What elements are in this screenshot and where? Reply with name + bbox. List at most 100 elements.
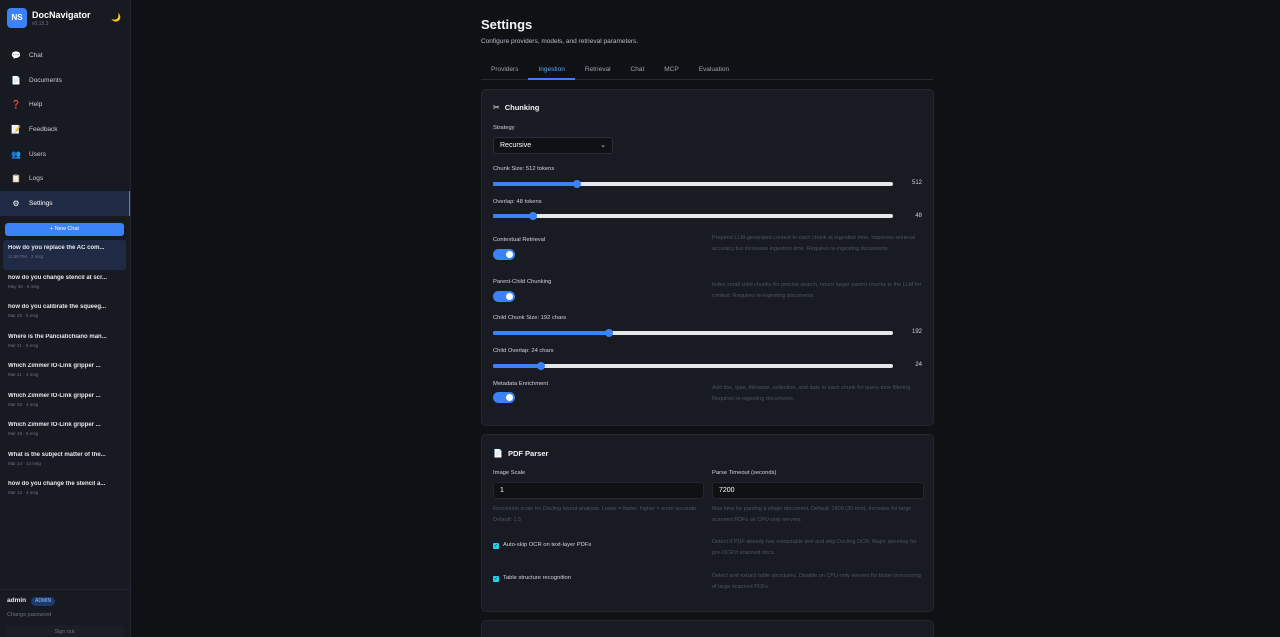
- list-item[interactable]: Which Zimmer IO-Link gripper ... Mar 20 ·…: [3, 388, 126, 418]
- chat-meta: Mar 21 · 6 msg: [8, 342, 39, 348]
- app-version: v0.15.3: [32, 21, 49, 27]
- user-name: admin: [7, 597, 27, 604]
- image-scale-input[interactable]: 1: [493, 482, 704, 499]
- list-item[interactable]: How do you replace the AC com... 11:55 PM…: [3, 240, 126, 270]
- sidebar-item-label: Users: [29, 150, 46, 158]
- chunk-size-slider[interactable]: [493, 180, 893, 188]
- gear-icon: ⚙: [12, 198, 20, 208]
- chevron-down-icon: ⌄: [600, 142, 606, 149]
- chat-meta: Mar 14 · 14 msg: [8, 460, 41, 466]
- tab-mcp[interactable]: MCP: [654, 60, 688, 80]
- feedback-icon: 📝: [11, 124, 21, 134]
- strategy-value: Recursive: [500, 142, 532, 149]
- parent-child-desc: Index small child chunks for precise sea…: [712, 282, 922, 299]
- sidebar-item-users[interactable]: 👥 Users: [0, 142, 130, 167]
- contextual-retrieval-label: Contextual Retrieval: [493, 237, 546, 243]
- page-subtitle: Configure providers, models, and retriev…: [481, 38, 639, 45]
- slider-fill: [493, 182, 577, 186]
- change-password-link[interactable]: Change password: [7, 612, 51, 618]
- toggle-knob: [506, 293, 513, 300]
- chat-meta: Mar 20 · 4 msg: [8, 401, 39, 407]
- tab-retrieval[interactable]: Retrieval: [575, 60, 621, 80]
- clipboard-icon: 📋: [11, 174, 21, 184]
- slider-thumb[interactable]: [537, 362, 545, 370]
- settings-main: Settings Configure providers, models, an…: [481, 0, 934, 637]
- auto-skip-ocr-checkbox[interactable]: ✓: [493, 543, 499, 549]
- parse-timeout-desc: Max time for parsing a single document. …: [712, 506, 912, 523]
- users-icon: 👥: [11, 149, 21, 159]
- toggle-knob: [506, 394, 513, 401]
- moon-icon[interactable]: 🌙: [111, 13, 121, 22]
- sidebar: NS DocNavigator v0.15.3 🌙 💬 Chat 📄 Documen…: [0, 0, 131, 637]
- child-overlap-value: 24: [915, 362, 922, 368]
- metadata-enrichment-desc: Add doc, type, filename, collection, and…: [712, 385, 912, 402]
- chat-title: Which Zimmer IO-Link gripper ...: [8, 392, 101, 399]
- image-scale-desc: Resolution scale for Docling layout anal…: [493, 506, 698, 523]
- sidebar-item-logs[interactable]: 📋 Logs: [0, 166, 130, 191]
- chunking-card: ✂ Chunking Strategy Recursive ⌄ Chunk Size…: [481, 89, 934, 426]
- parent-child-label: Parent-Child Chunking: [493, 279, 552, 285]
- chat-title: how do you change stencil at scr...: [8, 274, 108, 281]
- overlap-slider[interactable]: [493, 212, 893, 220]
- parse-timeout-input[interactable]: 7200: [712, 482, 924, 499]
- tab-providers[interactable]: Providers: [481, 60, 528, 80]
- chat-title: how do you calibrate the squeeg...: [8, 304, 107, 310]
- tab-chat[interactable]: Chat: [621, 60, 655, 80]
- table-structure-checkbox[interactable]: ✓: [493, 576, 499, 582]
- list-item[interactable]: Which Zimmer IO-Link gripper ... Mar 19 ·…: [3, 417, 126, 447]
- chat-title: Where is the Panciatichiano man...: [8, 333, 107, 340]
- chat-title: Which Zimmer IO-Link gripper ...: [8, 363, 101, 369]
- new-chat-button[interactable]: + New Chat: [5, 223, 124, 236]
- chat-title: Which Zimmer IO-Link gripper ...: [8, 422, 101, 428]
- slider-fill: [493, 331, 609, 335]
- slider-thumb[interactable]: [529, 212, 537, 220]
- chat-icon: 💬: [11, 50, 21, 60]
- table-structure-desc: Detect and extract table structures. Dis…: [712, 573, 921, 590]
- sidebar-item-help[interactable]: ❓ Help: [0, 92, 130, 117]
- list-item[interactable]: how do you change stencil at scr... May 2…: [3, 270, 126, 300]
- overlap-label: Overlap: 48 tokens: [493, 199, 542, 205]
- list-item[interactable]: Which Zimmer IO-Link gripper ... Mar 21 ·…: [3, 358, 126, 388]
- list-item[interactable]: What is the subject matter of the... Mar …: [3, 447, 126, 477]
- slider-thumb[interactable]: [605, 329, 613, 337]
- document-icon: 📄: [493, 449, 503, 458]
- list-item[interactable]: Where is the Panciatichiano man... Mar 21…: [3, 329, 126, 359]
- list-item[interactable]: how do you calibrate the squeeg... Mar 22…: [3, 299, 126, 329]
- chat-history-list: How do you replace the AC com... 11:55 PM…: [3, 240, 126, 506]
- tab-ingestion[interactable]: Ingestion: [528, 60, 575, 80]
- brand: NS DocNavigator v0.15.3 🌙: [7, 8, 125, 30]
- metadata-enrichment-toggle[interactable]: [493, 392, 515, 403]
- child-chunk-size-label: Child Chunk Size: 192 chars: [493, 315, 567, 321]
- app-logo: NS: [7, 8, 27, 28]
- sidebar-item-documents[interactable]: 📄 Documents: [0, 68, 130, 93]
- sidebar-item-label: Documents: [29, 76, 62, 84]
- pdf-parser-title: 📄 PDF Parser: [493, 449, 548, 458]
- slider-fill: [493, 214, 533, 218]
- list-item[interactable]: how do you change the stencil a... Mar 12…: [3, 476, 126, 506]
- overlap-value: 48: [915, 213, 922, 219]
- sidebar-item-label: Help: [29, 101, 43, 109]
- chat-title: How do you replace the AC com...: [8, 245, 105, 251]
- auto-skip-ocr-label: Auto-skip OCR on text-layer PDFs: [503, 542, 592, 548]
- table-structure-label: Table structure recognition: [503, 575, 571, 581]
- child-chunk-size-value: 192: [911, 329, 922, 335]
- sidebar-item-label: Feedback: [29, 125, 58, 133]
- strategy-select[interactable]: Recursive ⌄: [493, 137, 613, 154]
- chat-title: how do you change the stencil a...: [8, 481, 106, 487]
- child-chunk-size-slider[interactable]: [493, 329, 893, 337]
- chat-meta: Mar 22 · 6 msg: [8, 313, 39, 318]
- tab-evaluation[interactable]: Evaluation: [689, 60, 739, 80]
- contextual-retrieval-toggle[interactable]: [493, 249, 515, 260]
- child-overlap-label: Child Overlap: 24 chars: [493, 348, 554, 354]
- chunking-title: ✂ Chunking: [493, 103, 539, 112]
- chat-meta: May 26 · 8 msg: [8, 283, 40, 289]
- parent-child-toggle[interactable]: [493, 291, 515, 302]
- sidebar-item-chat[interactable]: 💬 Chat: [0, 43, 130, 68]
- child-overlap-slider[interactable]: [493, 362, 893, 370]
- sidebar-item-settings[interactable]: ⚙ Settings: [0, 191, 130, 216]
- sidebar-item-label: Settings: [29, 199, 53, 207]
- sidebar-item-feedback[interactable]: 📝 Feedback: [0, 117, 130, 142]
- sign-out-button[interactable]: Sign out: [5, 625, 124, 637]
- slider-thumb[interactable]: [573, 180, 581, 188]
- chat-meta: 11:55 PM · 2 msg: [8, 254, 44, 259]
